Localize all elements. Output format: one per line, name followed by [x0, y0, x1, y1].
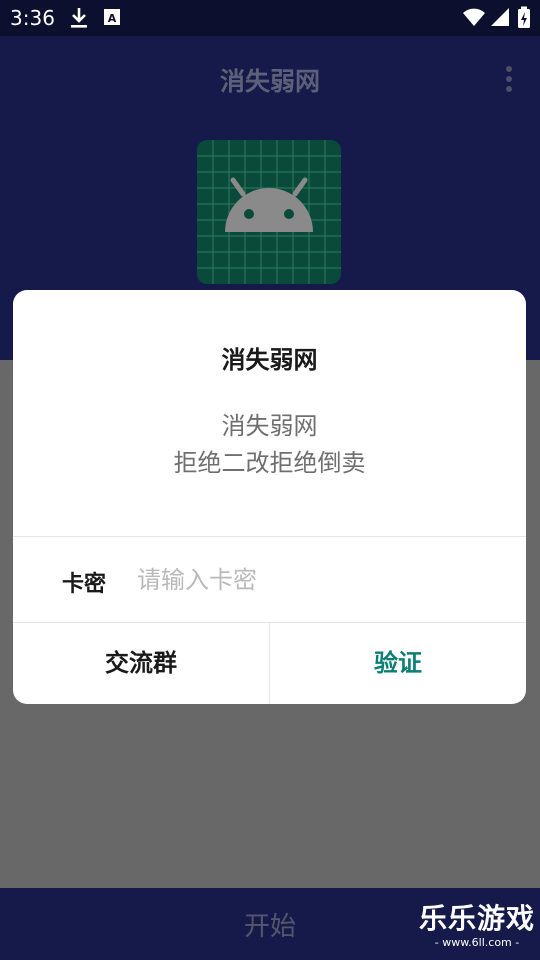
join-group-button[interactable]: 交流群 — [13, 623, 269, 704]
watermark-brand: 乐乐游戏 — [418, 902, 535, 935]
card-key-label: 卡密 — [62, 572, 107, 597]
dialog-message-line1: 消失弱网 — [221, 412, 318, 440]
more-vert-icon[interactable] — [506, 66, 514, 92]
license-dialog: 消失弱网 消失弱网 拒绝二改拒绝倒卖 卡密 交流群 验证 — [13, 290, 526, 704]
verify-button[interactable]: 验证 — [270, 623, 526, 704]
wifi-icon — [462, 6, 486, 32]
status-bar: 3:36 A — [0, 0, 540, 36]
svg-text:A: A — [108, 12, 117, 25]
download-icon — [68, 6, 90, 34]
a-box-icon: A — [102, 6, 122, 32]
android-icon — [197, 140, 341, 284]
dialog-message-line2: 拒绝二改拒绝倒卖 — [173, 449, 366, 477]
bottom-bar: 开始 乐乐游戏 - www.6ll.com - — [0, 888, 540, 960]
app-logo — [197, 140, 341, 284]
watermark: 乐乐游戏 - www.6ll.com - — [418, 902, 536, 958]
watermark-url: - www.6ll.com - — [434, 936, 520, 949]
signal-icon — [490, 6, 510, 32]
status-time: 3:36 — [10, 6, 55, 30]
app-title: 消失弱网 — [219, 67, 320, 96]
card-key-input[interactable] — [137, 558, 497, 602]
dialog-message: 消失弱网 拒绝二改拒绝倒卖 — [13, 408, 526, 482]
divider — [13, 536, 526, 537]
battery-charging-icon — [517, 6, 531, 34]
dialog-title: 消失弱网 — [221, 346, 318, 374]
